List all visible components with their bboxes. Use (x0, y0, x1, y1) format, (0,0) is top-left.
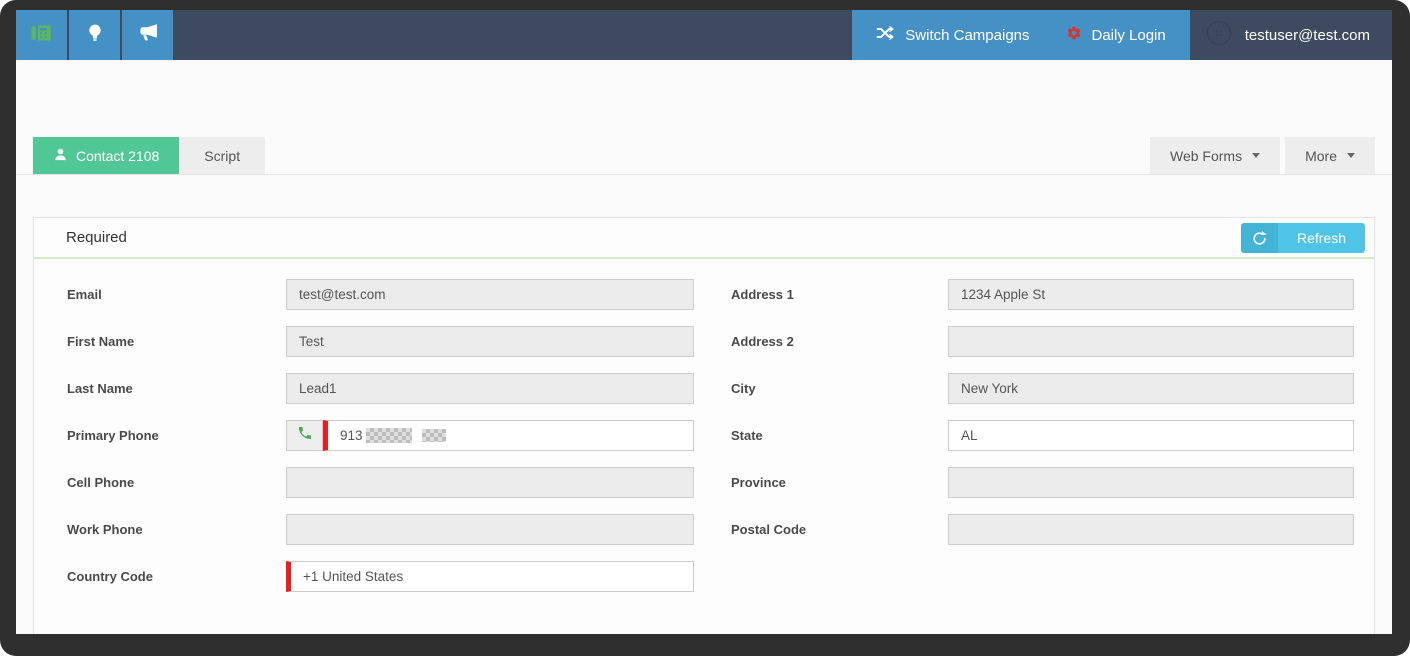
last-name-field: Lead1 (286, 373, 694, 404)
contact-form: Email test@test.com First Name Test Last… (34, 259, 1374, 634)
form-row: Work Phone (67, 514, 694, 545)
recycle-refresh-icon (1241, 223, 1278, 253)
cell-phone-field (286, 467, 694, 498)
form-column-left: Email test@test.com First Name Test Last… (67, 279, 694, 608)
first-name-field: Test (286, 326, 694, 357)
country-code-label: Country Code (67, 569, 286, 584)
work-phone-label: Work Phone (67, 522, 286, 537)
primary-phone-group: 913 (286, 420, 694, 451)
lightbulb-icon (84, 21, 106, 50)
form-row: Postal Code (731, 514, 1354, 545)
phone-visible-digits: 913 (340, 428, 363, 443)
switch-campaigns-label: Switch Campaigns (905, 27, 1029, 44)
tab-web-forms-dropdown[interactable]: Web Forms (1150, 137, 1280, 174)
form-row: Last Name Lead1 (67, 373, 694, 404)
panel-title: Required (66, 229, 127, 246)
email-field: test@test.com (286, 279, 694, 310)
address1-label: Address 1 (731, 287, 948, 302)
state-label: State (731, 428, 948, 443)
tab-contact[interactable]: Contact 2108 (33, 137, 179, 174)
required-panel: Required Refresh Email te (33, 217, 1375, 634)
dialer-nav-button[interactable] (16, 10, 69, 60)
form-row: First Name Test (67, 326, 694, 357)
form-row: Province (731, 467, 1354, 498)
user-email: testuser@test.com (1245, 27, 1370, 44)
address1-field: 1234 Apple St (948, 279, 1354, 310)
tab-script[interactable]: Script (179, 137, 265, 174)
redacted-digits (422, 429, 446, 442)
city-label: City (731, 381, 948, 396)
email-label: Email (67, 287, 286, 302)
form-row: Country Code +1 United States (67, 561, 694, 592)
phone-handset-icon (297, 425, 313, 446)
form-row: Address 2 (731, 326, 1354, 357)
city-field: New York (948, 373, 1354, 404)
window-frame: Switch Campaigns Daily Login (0, 0, 1410, 656)
daily-login-button[interactable]: Daily Login (1048, 10, 1184, 60)
form-row: Primary Phone 913 (67, 420, 694, 451)
top-navbar: Switch Campaigns Daily Login (16, 10, 1392, 60)
last-name-label: Last Name (67, 381, 286, 396)
postal-code-label: Postal Code (731, 522, 948, 537)
ideas-nav-button[interactable] (69, 10, 122, 60)
tab-web-forms-label: Web Forms (1170, 148, 1242, 164)
form-row: Email test@test.com (67, 279, 694, 310)
form-column-right: Address 1 1234 Apple St Address 2 City N… (731, 279, 1354, 608)
primary-phone-field[interactable]: 913 (323, 420, 694, 451)
country-code-field[interactable]: +1 United States (286, 561, 694, 592)
refresh-button-label: Refresh (1278, 223, 1365, 253)
navbar-right: Switch Campaigns Daily Login (852, 10, 1392, 60)
app-viewport: Switch Campaigns Daily Login (16, 10, 1392, 634)
tab-script-label: Script (204, 148, 240, 164)
call-phone-button[interactable] (286, 420, 323, 451)
address2-label: Address 2 (731, 334, 948, 349)
first-name-label: First Name (67, 334, 286, 349)
province-label: Province (731, 475, 948, 490)
form-row: State AL (731, 420, 1354, 451)
cell-phone-label: Cell Phone (67, 475, 286, 490)
fax-phone-icon (29, 21, 55, 50)
form-row: Address 1 1234 Apple St (731, 279, 1354, 310)
chevron-down-icon (1347, 153, 1355, 158)
person-icon (53, 147, 68, 165)
shuffle-icon (876, 25, 895, 45)
primary-phone-label: Primary Phone (67, 428, 286, 443)
user-menu[interactable]: testuser@test.com (1190, 10, 1392, 60)
daily-login-label: Daily Login (1092, 27, 1166, 44)
chevron-down-icon (1252, 153, 1260, 158)
gear-icon (1066, 25, 1082, 45)
megaphone-icon (135, 21, 161, 50)
switch-campaigns-button[interactable]: Switch Campaigns (858, 10, 1047, 60)
refresh-button[interactable]: Refresh (1241, 223, 1365, 253)
state-field[interactable]: AL (948, 420, 1354, 451)
avatar-icon (1206, 20, 1232, 50)
form-row: City New York (731, 373, 1354, 404)
form-row: Cell Phone (67, 467, 694, 498)
province-field (948, 467, 1354, 498)
redacted-digits (366, 428, 412, 443)
address2-field (948, 326, 1354, 357)
navbar-highlight-section: Switch Campaigns Daily Login (852, 10, 1189, 60)
tab-more-dropdown[interactable]: More (1285, 137, 1375, 174)
tab-bar: Contact 2108 Script Web Forms More (16, 137, 1392, 175)
tab-more-label: More (1305, 148, 1337, 164)
postal-code-field (948, 514, 1354, 545)
work-phone-field (286, 514, 694, 545)
broadcast-nav-button[interactable] (122, 10, 175, 60)
required-panel-header: Required Refresh (34, 218, 1374, 259)
tab-contact-label: Contact 2108 (76, 148, 159, 164)
navbar-icon-group (16, 10, 175, 60)
